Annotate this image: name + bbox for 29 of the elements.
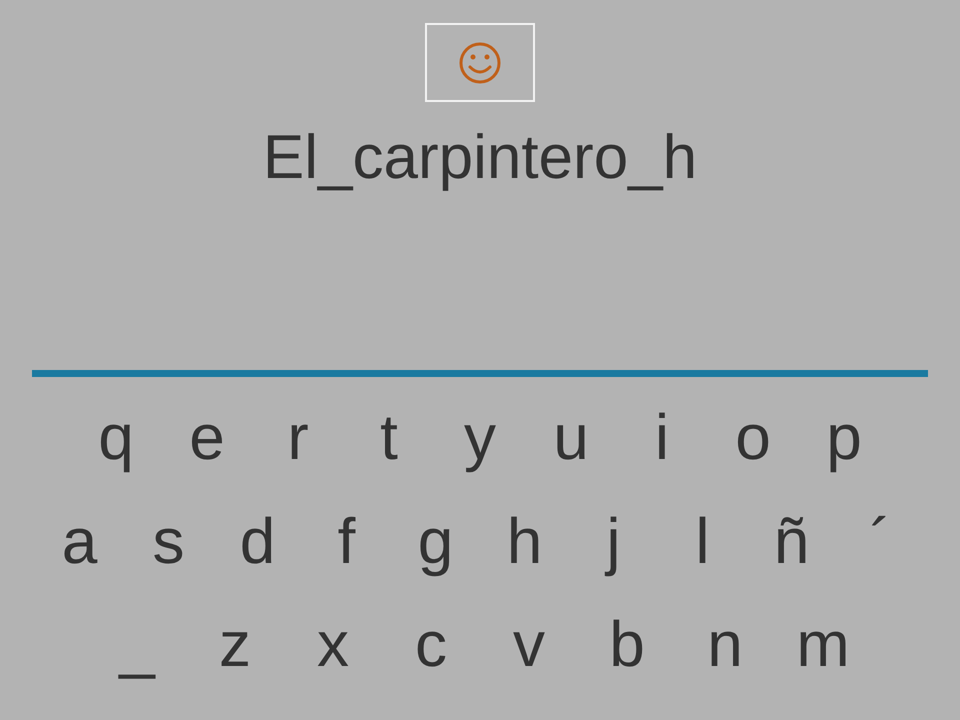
letter-key[interactable]: a — [35, 501, 124, 581]
letter-key[interactable]: d — [213, 501, 302, 581]
letter-key[interactable]: i — [616, 397, 708, 477]
letter-key[interactable]: b — [578, 604, 676, 684]
letter-key[interactable]: p — [798, 397, 890, 477]
letter-key[interactable]: t — [344, 397, 434, 477]
letter-key[interactable]: q — [70, 397, 162, 477]
smiley-icon — [458, 40, 502, 84]
letter-key[interactable]: z — [186, 604, 284, 684]
letter-key[interactable]: y — [434, 397, 526, 477]
letter-key[interactable]: o — [708, 397, 798, 477]
letter-key[interactable]: e — [162, 397, 252, 477]
letter-key[interactable]: h — [480, 501, 569, 581]
letter-key[interactable]: v — [480, 604, 578, 684]
letter-key[interactable]: f — [302, 501, 391, 581]
letter-key[interactable]: ´ — [836, 501, 925, 581]
letter-key[interactable]: _ — [88, 604, 186, 684]
letter-key[interactable]: u — [526, 397, 616, 477]
letter-key[interactable]: x — [284, 604, 382, 684]
sentence-text: El_carpintero_h — [262, 122, 698, 194]
letter-key[interactable]: m — [774, 604, 872, 684]
letter-key[interactable]: ñ — [747, 501, 836, 581]
letter-key[interactable]: l — [658, 501, 747, 581]
letter-key[interactable]: g — [391, 501, 480, 581]
letter-key[interactable]: j — [569, 501, 658, 581]
letter-key[interactable]: s — [124, 501, 213, 581]
letter-key[interactable]: r — [252, 397, 344, 477]
letter-key[interactable]: n — [676, 604, 774, 684]
letter-key[interactable]: c — [382, 604, 480, 684]
